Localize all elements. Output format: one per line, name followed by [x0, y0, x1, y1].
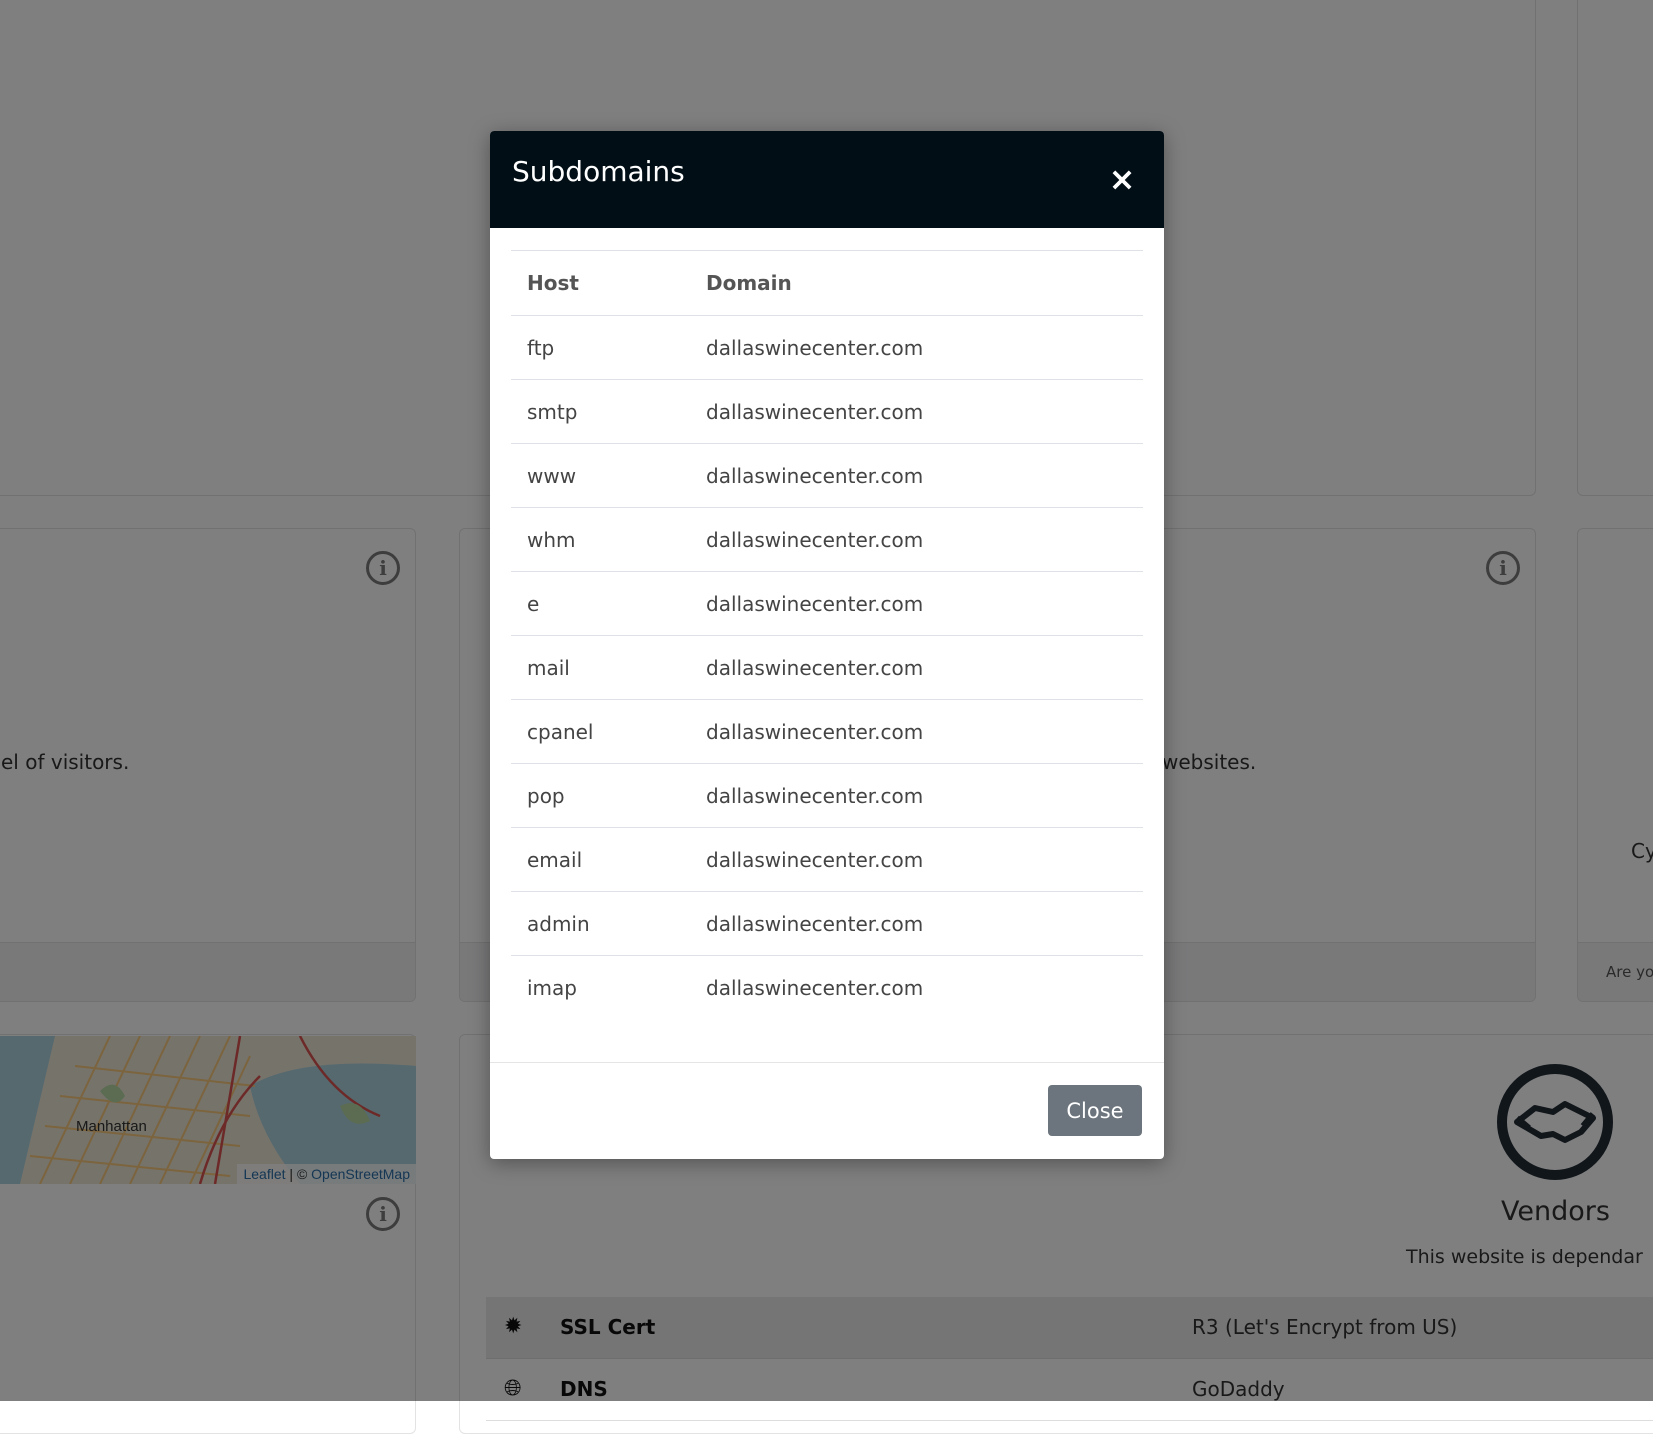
domain-cell: dallaswinecenter.com — [690, 443, 1143, 508]
host-cell: ftp — [511, 315, 690, 380]
domain-cell: dallaswinecenter.com — [690, 699, 1143, 764]
domain-cell: dallaswinecenter.com — [690, 571, 1143, 636]
host-cell: e — [511, 571, 690, 636]
table-row: e dallaswinecenter.com — [511, 571, 1143, 636]
host-cell: imap — [527, 975, 577, 1000]
modal-title: Subdomains — [512, 155, 685, 188]
modal-header: Subdomains × — [490, 131, 1164, 228]
table-row: imap dallaswinecenter.com — [511, 956, 1143, 1020]
subdomains-modal: Subdomains × Host Domain ftp dallaswinece… — [490, 131, 1164, 1159]
host-cell: www — [511, 443, 690, 508]
table-row: www dallaswinecenter.com — [511, 443, 1143, 508]
table-row: smtp dallaswinecenter.com — [511, 379, 1143, 444]
table-header-row: Host Domain — [511, 250, 1143, 316]
host-cell: smtp — [511, 379, 690, 444]
modal-footer: Close — [490, 1062, 1164, 1159]
column-header-host: Host — [511, 250, 690, 316]
domain-cell: dallaswinecenter.com — [690, 507, 1143, 572]
column-header-domain: Domain — [690, 250, 1143, 316]
modal-body: Host Domain ftp dallaswinecenter.com smtp… — [511, 250, 1143, 1019]
host-cell: cpanel — [511, 699, 690, 764]
host-cell: admin — [511, 891, 690, 956]
domain-cell: dallaswinecenter.com — [706, 975, 924, 1000]
table-row: admin dallaswinecenter.com — [511, 891, 1143, 956]
table-row: ftp dallaswinecenter.com — [511, 315, 1143, 380]
domain-cell: dallaswinecenter.com — [690, 315, 1143, 380]
host-cell: pop — [511, 763, 690, 828]
table-row: mail dallaswinecenter.com — [511, 635, 1143, 700]
host-cell: mail — [511, 635, 690, 700]
close-button[interactable]: Close — [1048, 1085, 1142, 1136]
domain-cell: dallaswinecenter.com — [690, 827, 1143, 892]
host-cell: email — [511, 827, 690, 892]
table-row: whm dallaswinecenter.com — [511, 507, 1143, 572]
domain-cell: dallaswinecenter.com — [690, 379, 1143, 444]
table-row: email dallaswinecenter.com — [511, 827, 1143, 892]
table-row: pop dallaswinecenter.com — [511, 763, 1143, 828]
table-row: cpanel dallaswinecenter.com — [511, 699, 1143, 764]
domain-cell: dallaswinecenter.com — [690, 635, 1143, 700]
close-icon[interactable]: × — [1102, 159, 1142, 199]
host-cell: whm — [511, 507, 690, 572]
domain-cell: dallaswinecenter.com — [690, 891, 1143, 956]
subdomains-table: Host Domain ftp dallaswinecenter.com smtp… — [511, 250, 1143, 1019]
domain-cell: dallaswinecenter.com — [690, 763, 1143, 828]
